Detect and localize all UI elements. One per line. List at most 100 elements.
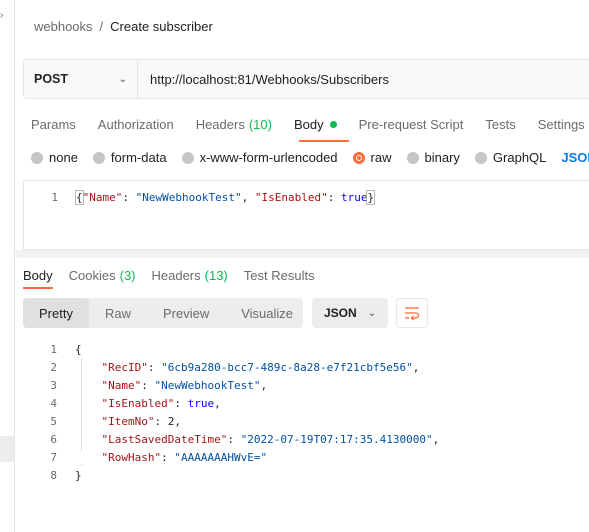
tab-label: Tests bbox=[485, 116, 516, 132]
tab-label: Headers bbox=[195, 116, 245, 132]
editor-code: "Name": "NewWebhookTest", bbox=[75, 378, 268, 392]
sidebar-divider bbox=[14, 0, 15, 532]
line-number: 6 bbox=[50, 432, 57, 446]
response-line: 8 } bbox=[23, 466, 589, 484]
json-value: "2022-07-19T07:17:35.4130000" bbox=[240, 432, 433, 446]
chevron-down-icon: ⌄ bbox=[118, 73, 127, 85]
method-label: POST bbox=[34, 72, 69, 86]
tab-response-headers[interactable]: Headers (13) bbox=[152, 268, 228, 283]
radio-label: form-data bbox=[110, 150, 167, 165]
body-indicator-dot bbox=[329, 120, 337, 128]
radio-icon bbox=[406, 151, 419, 164]
json-colon: : bbox=[327, 191, 341, 204]
request-url-bar: POST ⌄ bbox=[23, 59, 589, 99]
tab-pre-request-script[interactable]: Pre-request Script bbox=[359, 117, 464, 132]
json-comma: , bbox=[432, 432, 440, 446]
json-boolean: true bbox=[340, 191, 368, 204]
close-brace: } bbox=[75, 468, 82, 482]
radio-icon bbox=[181, 151, 194, 164]
panel-divider[interactable] bbox=[15, 250, 589, 258]
response-tabs: Body Cookies (3) Headers (13) Test Results bbox=[23, 266, 331, 284]
response-line: 4 "IsEnabled": true, bbox=[23, 394, 589, 412]
json-comma: , bbox=[174, 414, 181, 428]
line-number: 8 bbox=[50, 468, 57, 482]
format-label: JSON bbox=[324, 306, 357, 320]
tab-label: Pre-request Script bbox=[358, 116, 464, 132]
cookies-count: (3) bbox=[119, 267, 136, 283]
line-number: 3 bbox=[50, 378, 57, 392]
editor-code: "RecID": "6cb9a280-bcc7-489c-8a28-e7f21c… bbox=[75, 360, 420, 374]
json-colon: : bbox=[141, 378, 155, 392]
active-tab-underline bbox=[23, 287, 53, 289]
wrap-lines-icon bbox=[405, 307, 420, 320]
radio-label: none bbox=[49, 150, 78, 165]
tab-params[interactable]: Params bbox=[31, 117, 76, 132]
json-colon: : bbox=[154, 414, 168, 428]
tab-headers[interactable]: Headers (10) bbox=[196, 117, 272, 132]
headers-count: (10) bbox=[248, 116, 272, 132]
url-input[interactable] bbox=[138, 60, 589, 98]
editor-code: "IsEnabled": true, bbox=[75, 397, 221, 410]
tab-settings[interactable]: Settings bbox=[538, 117, 585, 132]
editor-code: {"Name": "NewWebhookTest", "IsEnabled": … bbox=[75, 190, 376, 205]
request-body-editor[interactable]: 1 {"Name": "NewWebhookTest", "IsEnabled"… bbox=[23, 180, 589, 250]
method-select[interactable]: POST ⌄ bbox=[24, 60, 138, 98]
view-visualize[interactable]: Visualize bbox=[225, 298, 309, 328]
open-brace: { bbox=[75, 342, 82, 356]
response-line: 3 "Name": "NewWebhookTest", bbox=[23, 376, 589, 394]
tab-label: Cookies bbox=[68, 267, 116, 283]
wrap-lines-button[interactable] bbox=[396, 298, 428, 328]
response-format-select[interactable]: JSON ⌄ bbox=[312, 298, 388, 328]
tab-cookies[interactable]: Cookies (3) bbox=[69, 268, 136, 283]
headers-count: (13) bbox=[204, 267, 228, 283]
radio-form-data[interactable]: form-data bbox=[92, 150, 167, 165]
breadcrumb-separator: / bbox=[99, 18, 104, 34]
json-value: "6cb9a280-bcc7-489c-8a28-e7f21cbf5e56" bbox=[161, 360, 413, 374]
editor-code: "ItemNo": 2, bbox=[75, 415, 181, 428]
json-key: "RowHash" bbox=[101, 450, 162, 464]
line-number: 2 bbox=[50, 360, 57, 374]
response-line: 6 "LastSavedDateTime": "2022-07-19T07:17… bbox=[23, 430, 589, 448]
breadcrumb: webhooks / Create subscriber bbox=[34, 16, 213, 36]
radio-label: binary bbox=[424, 150, 460, 165]
radio-binary[interactable]: binary bbox=[406, 150, 460, 165]
tab-response-body[interactable]: Body bbox=[23, 268, 53, 283]
json-colon: : bbox=[174, 396, 188, 410]
json-colon: : bbox=[227, 432, 241, 446]
radio-checked-icon bbox=[352, 151, 365, 164]
radio-label: GraphQL bbox=[492, 150, 547, 165]
raw-format-select[interactable]: JSON bbox=[561, 150, 589, 165]
json-value: "AAAAAAAHWvE=" bbox=[174, 450, 268, 464]
tab-body[interactable]: Body bbox=[294, 117, 337, 132]
radio-raw[interactable]: raw bbox=[352, 150, 392, 165]
response-body-viewer[interactable]: 1 { 2 "RecID": "6cb9a280-bcc7-489c-8a28-… bbox=[23, 340, 589, 484]
body-type-options: none form-data x-www-form-urlencoded raw… bbox=[31, 150, 589, 165]
tab-tests[interactable]: Tests bbox=[485, 117, 515, 132]
editor-code: "RowHash": "AAAAAAAHWvE=" bbox=[75, 450, 268, 464]
breadcrumb-current[interactable]: Create subscriber bbox=[110, 19, 213, 34]
view-pretty[interactable]: Pretty bbox=[23, 298, 89, 328]
collapse-arrow-icon[interactable]: › bbox=[0, 10, 3, 21]
chevron-down-icon: ⌄ bbox=[367, 307, 376, 319]
radio-icon bbox=[92, 151, 105, 164]
tab-label: Test Results bbox=[243, 267, 315, 283]
view-raw[interactable]: Raw bbox=[89, 298, 147, 328]
view-preview[interactable]: Preview bbox=[147, 298, 225, 328]
radio-graphql[interactable]: GraphQL bbox=[474, 150, 547, 165]
tab-authorization[interactable]: Authorization bbox=[98, 117, 174, 132]
tab-label: Authorization bbox=[97, 116, 174, 132]
radio-none[interactable]: none bbox=[31, 150, 78, 165]
editor-code: "LastSavedDateTime": "2022-07-19T07:17:3… bbox=[75, 432, 440, 446]
tab-label: Body bbox=[23, 267, 53, 283]
json-key: "Name" bbox=[101, 378, 142, 392]
line-number: 1 bbox=[51, 191, 58, 204]
json-key: "ItemNo" bbox=[101, 414, 155, 428]
json-comma: , bbox=[412, 360, 420, 374]
tab-test-results[interactable]: Test Results bbox=[244, 268, 315, 283]
radio-x-www-form-urlencoded[interactable]: x-www-form-urlencoded bbox=[181, 150, 338, 165]
json-colon: : bbox=[122, 191, 136, 204]
breadcrumb-parent[interactable]: webhooks bbox=[34, 19, 93, 34]
json-boolean: true bbox=[187, 396, 215, 410]
json-value: "NewWebhookTest" bbox=[135, 191, 242, 204]
line-number: 5 bbox=[50, 414, 57, 428]
